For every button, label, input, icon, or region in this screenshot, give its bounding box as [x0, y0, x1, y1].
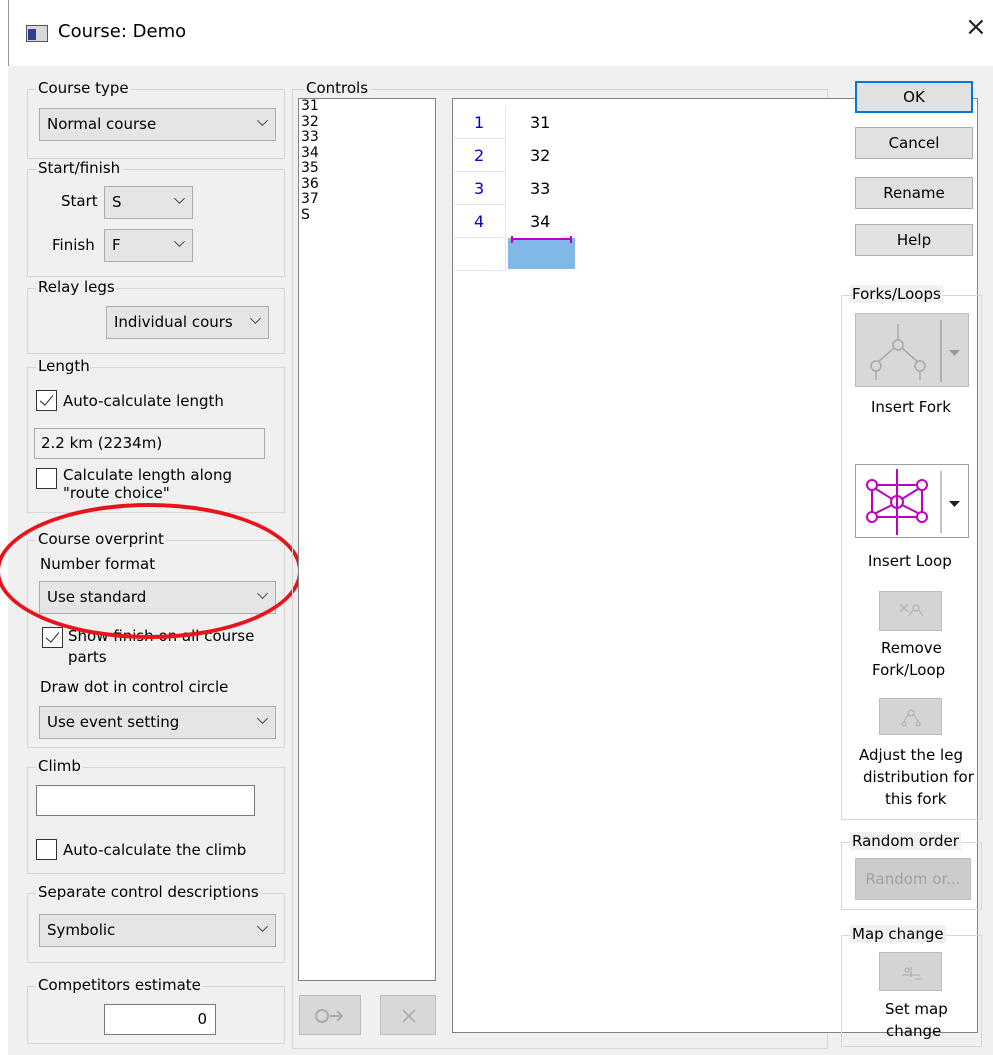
draw-dot-label: Draw dot in control circle: [40, 678, 229, 696]
arrow-right-icon: [315, 1009, 344, 1023]
chevron-down-icon: [174, 193, 185, 204]
insert-loop-label: Insert Loop: [868, 552, 952, 570]
adjust-fork-icon: [901, 709, 921, 727]
cancel-button[interactable]: Cancel: [855, 127, 973, 159]
map-change-label-1: Set map: [885, 1000, 948, 1018]
list-item[interactable]: 32: [299, 114, 435, 131]
adjust-label-1: Adjust the leg: [859, 746, 963, 764]
random-order-button[interactable]: Random or...: [855, 858, 971, 900]
remove-control-button[interactable]: [380, 995, 436, 1035]
help-button[interactable]: Help: [855, 224, 973, 256]
finish-select[interactable]: F: [104, 229, 193, 262]
insert-fork-label: Insert Fork: [871, 398, 951, 416]
insert-marker-icon: [511, 236, 572, 243]
list-item[interactable]: S: [299, 207, 435, 224]
control-descriptions-legend: Separate control descriptions: [36, 883, 261, 901]
insert-loop-button[interactable]: [855, 464, 969, 538]
start-finish-legend: Start/finish: [36, 159, 123, 177]
competitors-legend: Competitors estimate: [36, 976, 203, 994]
adjust-label-2: distribution for: [863, 768, 974, 786]
remove-label-1: Remove: [881, 639, 942, 657]
annotation-ellipse: [0, 503, 302, 639]
sequence-number-empty: [454, 238, 506, 271]
controls-legend: Controls: [304, 79, 371, 97]
auto-calc-length-checkbox[interactable]: [36, 390, 57, 411]
sequence-number: 3: [454, 172, 506, 205]
chevron-down-icon: [257, 115, 268, 126]
sequence-code[interactable]: 34: [530, 205, 550, 238]
window-border: [8, 0, 9, 66]
list-item[interactable]: 31: [299, 98, 435, 115]
adjust-leg-distribution-button[interactable]: [879, 698, 942, 735]
route-choice-label-1: Calculate length along: [63, 466, 232, 484]
remove-fork-icon: [899, 603, 924, 617]
sequence-code[interactable]: 33: [530, 172, 550, 205]
close-icon: [402, 1009, 416, 1023]
relay-legs-select[interactable]: Individual cours: [106, 306, 269, 339]
climb-input[interactable]: [36, 785, 255, 816]
ok-button[interactable]: OK: [855, 81, 973, 113]
show-finish-checkbox[interactable]: [42, 627, 63, 648]
start-label: Start: [61, 192, 98, 210]
control-descriptions-value: Symbolic: [47, 921, 116, 939]
remove-label-2: Fork/Loop: [872, 661, 946, 679]
auto-calc-climb-checkbox[interactable]: [36, 839, 57, 860]
relay-legs-legend: Relay legs: [36, 278, 117, 296]
selected-insert-cell[interactable]: [508, 236, 575, 269]
course-type-legend: Course type: [36, 79, 131, 97]
finish-label: Finish: [52, 236, 95, 254]
random-order-legend: Random order: [850, 832, 961, 850]
route-choice-label-2: "route choice": [63, 484, 170, 502]
controls-list[interactable]: 31 32 33 34 35 36 37 S: [298, 98, 436, 981]
length-value-field: 2.2 km (2234m): [34, 428, 265, 459]
remove-fork-loop-button[interactable]: [879, 591, 942, 631]
course-type-value: Normal course: [47, 115, 157, 133]
show-finish-label-2: parts: [68, 648, 107, 666]
list-item[interactable]: 35: [299, 160, 435, 177]
chevron-down-icon: [250, 313, 261, 324]
sequence-number: 4: [454, 205, 506, 238]
map-change-icon: [902, 967, 921, 980]
loop-icon: [866, 469, 960, 535]
app-icon: [26, 25, 48, 42]
relay-legs-value: Individual cours: [114, 313, 233, 331]
map-change-legend: Map change: [850, 925, 946, 943]
route-choice-checkbox[interactable]: [36, 468, 57, 489]
close-icon[interactable]: ×: [965, 14, 987, 40]
auto-calc-climb-label: Auto-calculate the climb: [63, 841, 247, 859]
list-item[interactable]: 33: [299, 129, 435, 146]
list-item[interactable]: 34: [299, 145, 435, 162]
draw-dot-select[interactable]: Use event setting: [39, 706, 276, 739]
set-map-change-button[interactable]: [879, 952, 942, 991]
climb-legend: Climb: [36, 757, 83, 775]
draw-dot-value: Use event setting: [47, 713, 180, 731]
window-title: Course: Demo: [58, 21, 187, 42]
start-value: S: [112, 193, 122, 211]
chevron-down-icon: [174, 236, 185, 247]
auto-calc-length-label: Auto-calculate length: [63, 392, 224, 410]
competitors-input[interactable]: 0: [104, 1004, 216, 1035]
insert-fork-button[interactable]: [855, 313, 969, 387]
rename-button[interactable]: Rename: [855, 177, 973, 209]
chevron-down-icon: [257, 713, 268, 724]
adjust-label-3: this fork: [885, 790, 947, 808]
course-type-select[interactable]: Normal course: [39, 108, 276, 141]
length-legend: Length: [36, 357, 92, 375]
sequence-number: 1: [454, 106, 506, 139]
sequence-code[interactable]: 31: [530, 106, 550, 139]
sequence-code[interactable]: 32: [530, 139, 550, 172]
finish-value: F: [112, 236, 121, 254]
map-change-label-2: change: [886, 1022, 942, 1040]
control-descriptions-select[interactable]: Symbolic: [39, 914, 276, 947]
list-item[interactable]: 36: [299, 176, 435, 193]
fork-icon: [870, 320, 960, 382]
start-select[interactable]: S: [104, 186, 193, 219]
sequence-number: 2: [454, 139, 506, 172]
add-control-button[interactable]: [299, 995, 361, 1035]
chevron-down-icon: [257, 921, 268, 932]
forks-loops-legend: Forks/Loops: [850, 285, 943, 303]
list-item[interactable]: 37: [299, 191, 435, 208]
